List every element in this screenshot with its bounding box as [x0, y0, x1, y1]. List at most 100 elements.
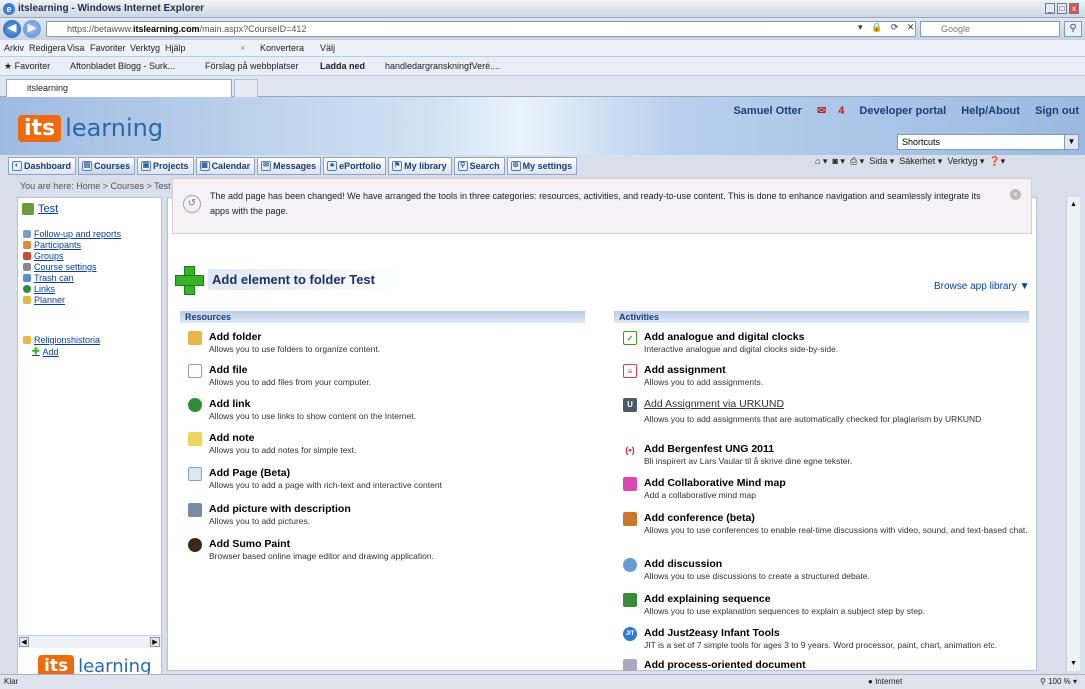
back-button[interactable]: ◀: [3, 20, 21, 38]
sidebar-item-participants[interactable]: Participants: [23, 240, 81, 250]
help-icon[interactable]: ❓▾: [989, 156, 1005, 166]
sign-out-link[interactable]: Sign out: [1035, 105, 1079, 117]
menu-visa[interactable]: Visa: [67, 43, 84, 53]
favorites-bar: ★ Favoriter Aftonbladet Blogg - Surk... …: [0, 57, 1085, 76]
links-icon: [23, 285, 31, 293]
url-prefix: https://betawww.: [67, 24, 134, 34]
add-element-header: Add element to folder Test: [174, 263, 405, 295]
close-window-button[interactable]: x: [1069, 3, 1079, 14]
user-name[interactable]: Samuel Otter: [733, 105, 801, 117]
favorite-aftonbladet[interactable]: Aftonbladet Blogg - Surk...: [70, 61, 175, 71]
menu-favoriter[interactable]: Favoriter: [90, 43, 126, 53]
menu-valj[interactable]: Välj: [320, 43, 335, 53]
close-toolbar-icon[interactable]: ×: [240, 43, 245, 53]
browse-app-library-link[interactable]: Browse app library ▼: [934, 281, 1030, 292]
scroll-up-icon[interactable]: ▲: [1068, 199, 1079, 210]
sidebar-item-label: Planner: [34, 295, 66, 305]
add-plus-icon: [174, 265, 204, 295]
minimize-button[interactable]: _: [1045, 3, 1055, 14]
zone-indicator: ● Internet: [868, 677, 903, 686]
search-icon[interactable]: ⚲: [1064, 21, 1082, 37]
itslearning-logo[interactable]: its learning: [18, 114, 163, 142]
scroll-right-icon[interactable]: ▶: [150, 637, 160, 647]
cmd-sakerhet[interactable]: Säkerhet: [899, 156, 935, 166]
sidebar-item-trash-can[interactable]: Trash can: [23, 273, 74, 283]
zoom-control[interactable]: ⚲ 100 % ▾: [1040, 677, 1077, 686]
sidebar-item-follow-up[interactable]: Follow-up and reports: [23, 229, 121, 239]
picture-icon: [188, 503, 202, 517]
shortcuts-select[interactable]: Shortcuts ▼: [897, 134, 1079, 150]
sidebar-item-links[interactable]: Links: [23, 284, 55, 294]
cmd-verktyg[interactable]: Verktyg: [947, 156, 977, 166]
print-icon[interactable]: ⎙ ▾: [850, 156, 864, 166]
courses-icon: ▤: [82, 161, 93, 171]
nav-search[interactable]: ⚲ Search: [453, 157, 505, 175]
sidebar-add[interactable]: ✚ Add: [32, 346, 59, 357]
favorites-button[interactable]: ★ Favoriter: [4, 61, 50, 72]
sidebar-item-planner[interactable]: Planner: [23, 295, 65, 305]
item-title: Add discussion: [644, 558, 723, 570]
cmd-sida[interactable]: Sida: [869, 156, 887, 166]
sidebar-hscrollbar[interactable]: ◀ ▶: [18, 635, 161, 648]
item-title: Add file: [209, 364, 248, 376]
maximize-button[interactable]: □: [1057, 3, 1067, 14]
nav-label: Courses: [94, 161, 131, 171]
nav-projects[interactable]: ▣ Projects: [137, 157, 194, 175]
sidebar-course-label: Test: [38, 203, 59, 215]
folder-icon: [188, 331, 202, 345]
favorite-handledar[interactable]: handledargranskningfVeré....: [385, 61, 500, 71]
item-title: Add Collaborative Mind map: [644, 477, 786, 489]
main-nav: ◐ Dashboard ▤ Courses ▣ Projects ▦ Calendar …: [8, 157, 578, 175]
item-title: Add Just2easy Infant Tools: [644, 627, 780, 639]
developer-portal-link[interactable]: Developer portal: [859, 105, 946, 117]
sidebar-item-groups[interactable]: Groups: [23, 251, 64, 261]
page-vscrollbar[interactable]: ▲ ▼: [1066, 197, 1080, 671]
item-desc: Allows you to add assignments that are a…: [644, 414, 982, 424]
sumo-paint-icon: [188, 538, 202, 552]
help-about-link[interactable]: Help/About: [961, 105, 1020, 117]
nav-calendar[interactable]: ▦ Calendar: [195, 157, 256, 175]
scroll-down-icon[interactable]: ▼: [1068, 658, 1079, 669]
nav-eportfolio[interactable]: ♣ ePortfolio: [323, 157, 387, 175]
search-input[interactable]: Google: [920, 21, 1060, 37]
sidebar-folder-religionshistoria[interactable]: Religionshistoria: [23, 335, 100, 345]
sidebar-item-label: Links: [34, 284, 56, 294]
address-action-icons[interactable]: ▾ 🔒 ⟳ ✕: [858, 22, 917, 33]
item-title: Add process-oriented document: [644, 659, 806, 671]
item-desc: Allows you to use conferences to enable …: [644, 525, 1028, 535]
add-process-document-item[interactable]: Add process-oriented document: [623, 659, 1033, 671]
home-icon[interactable]: ⌂ ▾: [815, 156, 827, 166]
favorite-ladda-ned[interactable]: Ladda ned: [320, 61, 365, 71]
feeds-icon[interactable]: ◙ ▾: [832, 156, 844, 166]
nav-label: ePortfolio: [339, 161, 382, 171]
tab-itslearning[interactable]: itslearning: [6, 79, 232, 97]
menu-verktyg[interactable]: Verktyg: [130, 43, 160, 53]
add-element-title: Add element to folder Test: [208, 268, 405, 290]
item-title: Add link: [209, 398, 251, 410]
item-title: Add analogue and digital clocks: [644, 331, 805, 343]
dashboard-icon: ◐: [12, 161, 22, 171]
url-input[interactable]: https://betawww.itslearning.com/main.asp…: [46, 21, 916, 37]
sidebar-item-course-settings[interactable]: Course settings: [23, 262, 97, 272]
new-tab-button[interactable]: [234, 79, 258, 97]
nav-messages[interactable]: ✉ Messages: [257, 157, 322, 175]
item-title: Add Assignment via URKUND: [644, 398, 785, 410]
nav-dashboard[interactable]: ◐ Dashboard: [8, 157, 77, 175]
favorite-forslag[interactable]: Förslag på webbplatser: [205, 61, 299, 71]
close-icon[interactable]: ×: [1010, 189, 1021, 200]
forward-button[interactable]: ▶: [23, 20, 41, 38]
scroll-left-icon[interactable]: ◀: [19, 637, 29, 647]
search-icon: ⚲: [457, 161, 468, 171]
menu-redigera[interactable]: Redigera: [29, 43, 66, 53]
nav-my-settings[interactable]: ⚙ My settings: [506, 157, 578, 175]
menu-hjalp[interactable]: Hjälp: [165, 43, 186, 53]
sidebar-course-title[interactable]: Test: [22, 203, 58, 215]
menu-arkiv[interactable]: Arkiv: [4, 43, 24, 53]
messages-badge[interactable]: ✉ 4: [817, 105, 844, 117]
zone-label: Internet: [875, 677, 903, 686]
page-icon: [188, 467, 202, 481]
nav-my-library[interactable]: ⚑ My library: [388, 157, 452, 175]
nav-courses[interactable]: ▤ Courses: [78, 157, 136, 175]
nav-label: Search: [469, 161, 500, 171]
menu-konvertera[interactable]: Konvertera: [260, 43, 304, 53]
